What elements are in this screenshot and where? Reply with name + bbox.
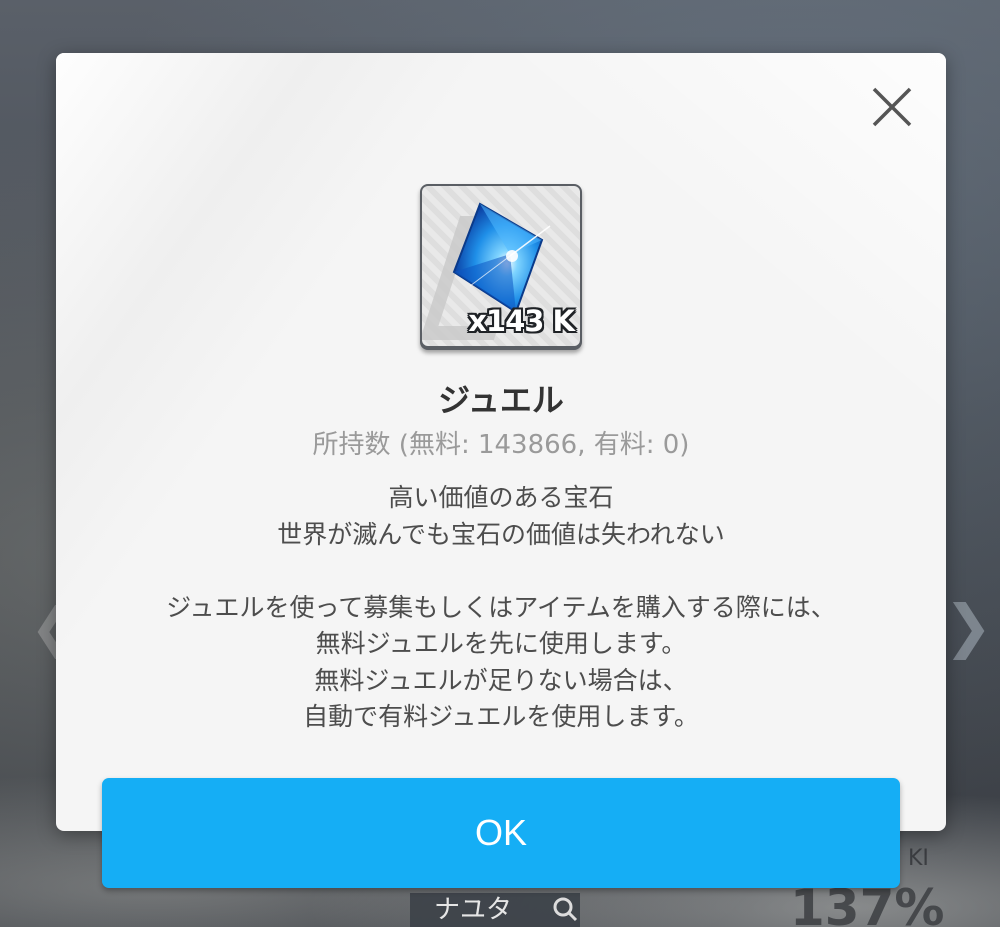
description-line: 高い価値のある宝石 — [388, 483, 614, 512]
description-line — [56, 553, 946, 590]
item-count-label: x143 K — [468, 304, 575, 338]
ok-button[interactable]: OK — [102, 778, 900, 888]
description-line: 無料ジュエルを先に使用します。 — [315, 629, 687, 658]
description-line: 無料ジュエルが足りない場合は、 — [314, 665, 688, 695]
description-line: ジュエルを使って募集もしくはアイテムを購入する際には、 — [166, 592, 836, 622]
description-line: 世界が滅んでも宝石の価値は失われない — [277, 519, 725, 549]
screen: ❮ ❯ KI ナユタ 137% x143 K ジュエル 所持数 (無料: 143… — [0, 0, 1000, 927]
item-title: ジュエル — [438, 381, 564, 419]
background-right-arrow-icon: ❯ — [944, 592, 993, 660]
blue-jewel-icon — [452, 202, 551, 314]
item-icon-background: x143 K — [422, 186, 580, 346]
background-stat-label: KI — [908, 846, 929, 871]
item-info-dialog: x143 K ジュエル 所持数 (無料: 143866, 有料: 0) 高い価値… — [56, 53, 946, 831]
search-icon — [548, 893, 582, 927]
description-line: 自動で有料ジュエルを使用します。 — [303, 702, 699, 731]
item-description: 高い価値のある宝石 世界が滅んでも宝石の価値は失われない ジュエルを使って募集も… — [56, 480, 946, 736]
item-owned-count: 所持数 (無料: 143866, 有料: 0) — [312, 430, 690, 460]
item-icon-frame: x143 K — [420, 184, 582, 350]
close-button[interactable] — [868, 83, 916, 131]
close-icon — [872, 87, 912, 127]
